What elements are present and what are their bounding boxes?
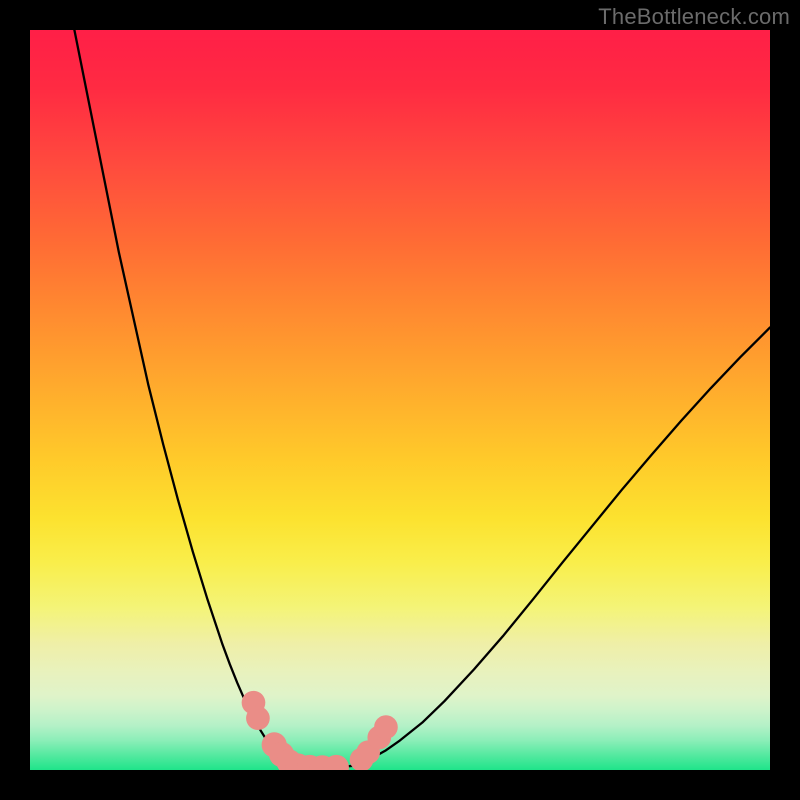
right-marker-4 [374,715,398,739]
plot-area [30,30,770,770]
chart-frame: TheBottleneck.com [0,0,800,800]
watermark-text: TheBottleneck.com [598,4,790,30]
series-left-curve [74,30,289,766]
marker-layer [242,691,398,770]
series-right-curve [356,327,770,765]
left-marker-2 [246,706,270,730]
chart-svg [30,30,770,770]
line-layer [74,30,770,768]
